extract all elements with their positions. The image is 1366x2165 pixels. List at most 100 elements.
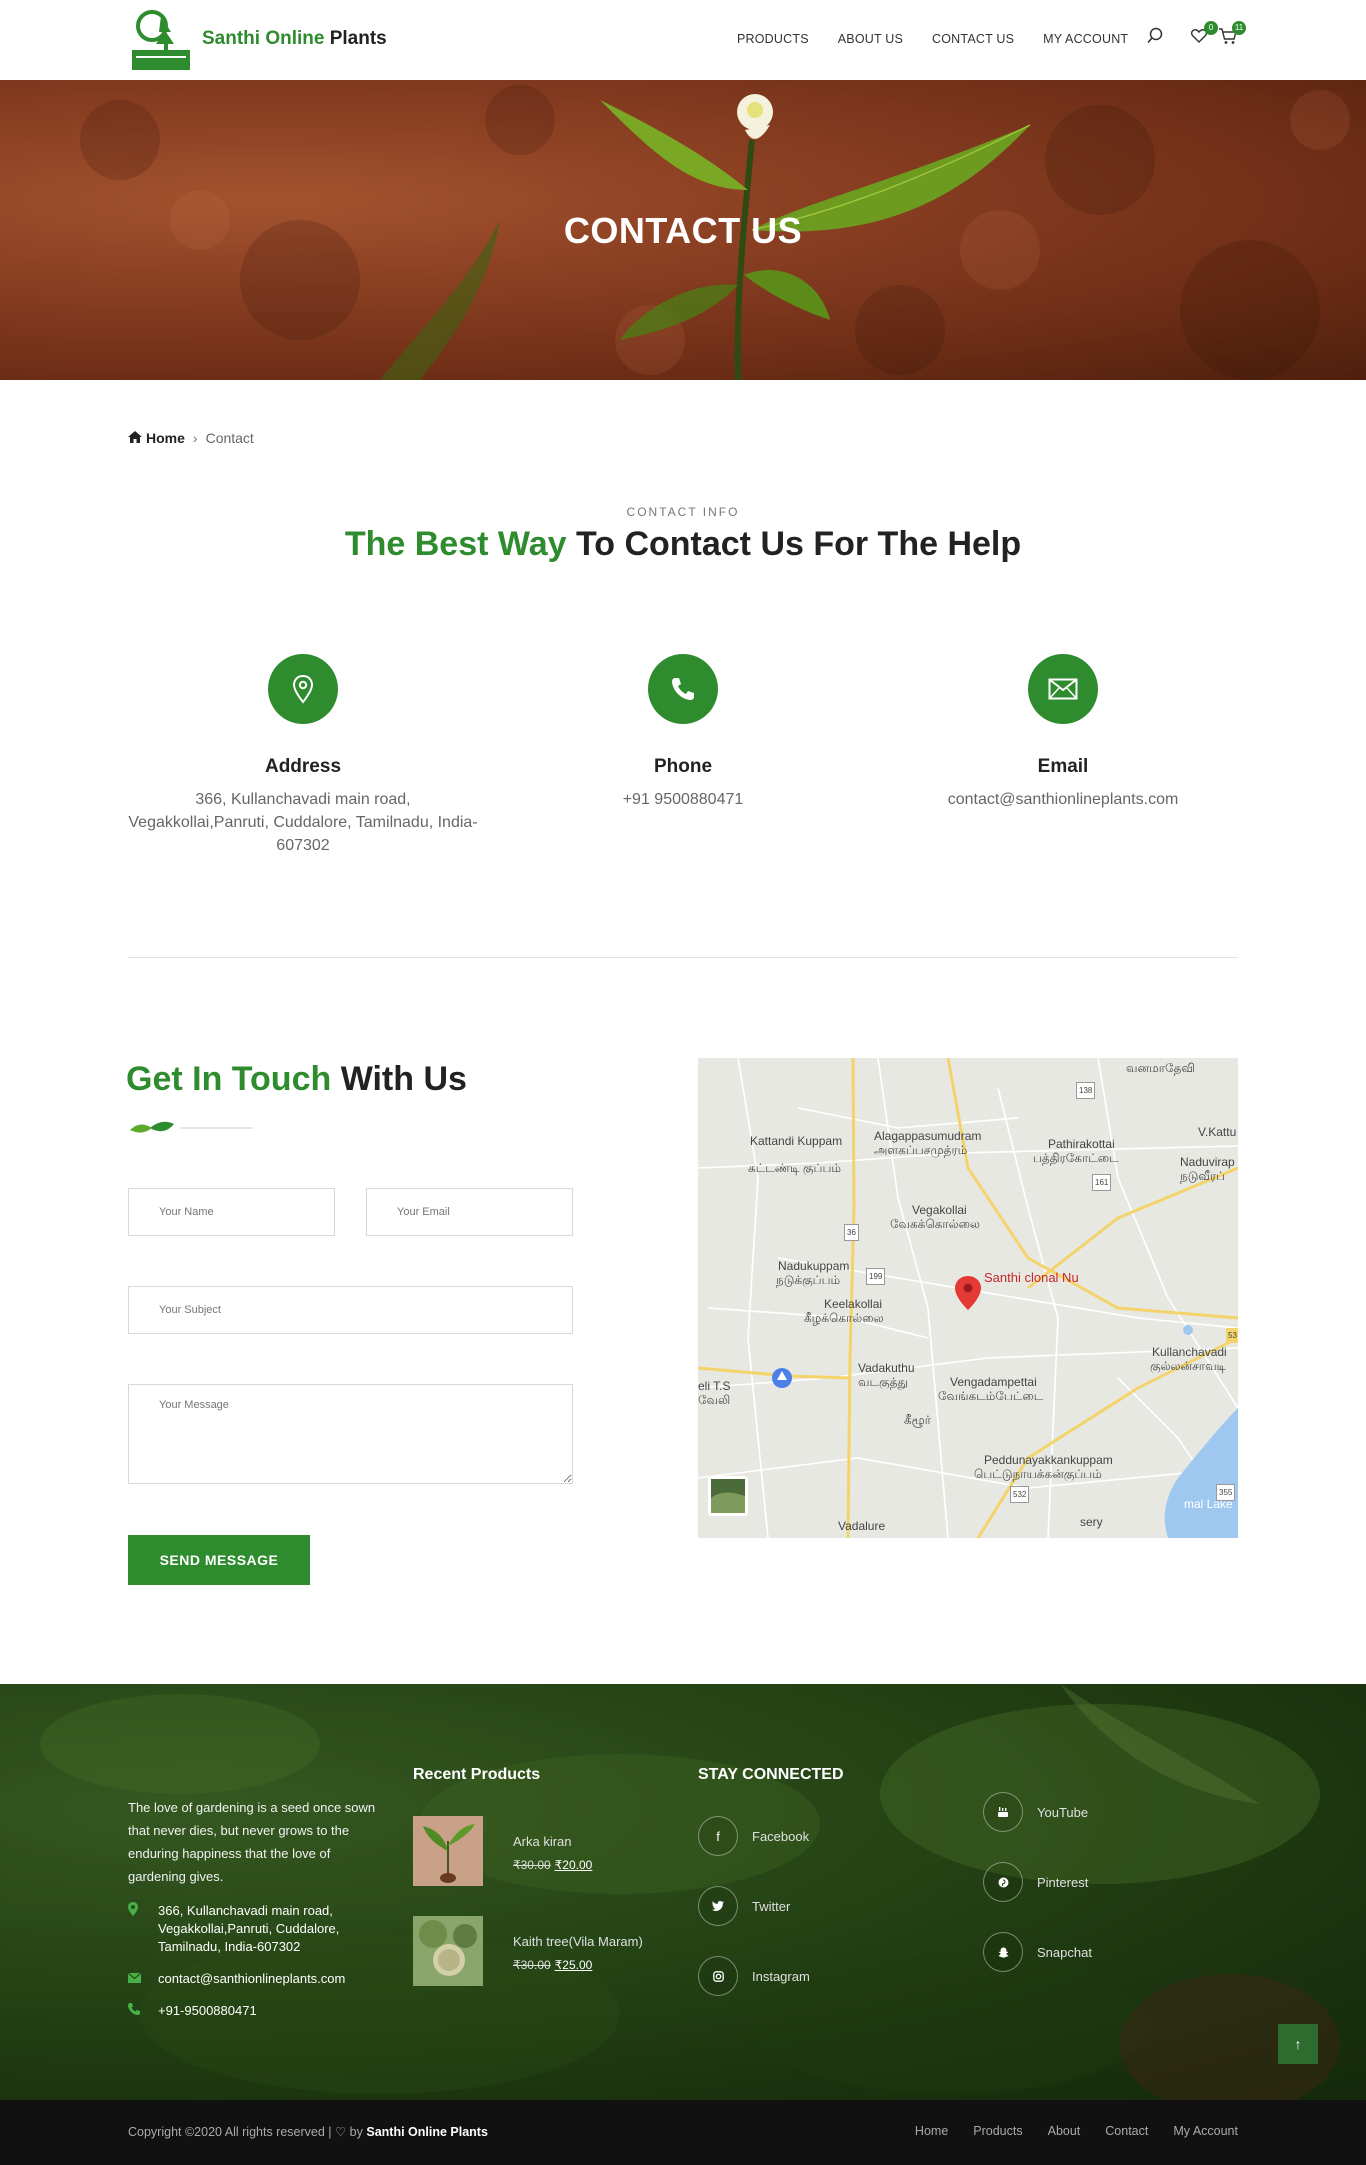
map-pin-label[interactable]: Santhi clonal Nu <box>984 1270 1079 1285</box>
page-hero-banner: CONTACT US <box>0 80 1366 380</box>
road-number-label: 161 <box>1092 1174 1112 1191</box>
social-label: Snapchat <box>1037 1944 1092 1960</box>
footer-background-image <box>0 1684 1366 2100</box>
map-label: Naduvirap <box>1180 1155 1235 1169</box>
site-header: Santhi Online Plants PRODUCTS ABOUT US C… <box>0 0 1366 80</box>
footer-nav-contact[interactable]: Contact <box>1105 2124 1148 2138</box>
logo[interactable]: Santhi Online Plants <box>128 6 387 72</box>
touch-heading-green: Get In Touch <box>126 1060 332 1098</box>
map-label: கீழூர் <box>904 1413 932 1427</box>
nav-about-us[interactable]: ABOUT US <box>838 32 903 46</box>
road-number-label: 138 <box>1076 1082 1096 1099</box>
map-label: Vengadampettai <box>950 1375 1037 1389</box>
contact-card-phone: Phone +91 9500880471 <box>503 654 863 811</box>
contact-heading-green: The Best Way <box>344 525 567 563</box>
send-message-button[interactable]: SEND MESSAGE <box>128 1535 310 1585</box>
copyright-brand-link[interactable]: Santhi Online Plants <box>366 2125 488 2139</box>
product-name-link[interactable]: Arka kiran <box>513 1834 572 1849</box>
map-label: Vadakuthu <box>858 1361 915 1375</box>
product-old-price: ₹30.00 <box>513 1858 551 1872</box>
product-price: ₹30.00 ₹20.00 <box>513 1858 592 1872</box>
phone-icon <box>648 654 718 724</box>
footer-nav-my-account[interactable]: My Account <box>1173 2124 1238 2138</box>
facebook-icon: f <box>698 1816 738 1856</box>
product-sale-price: ₹25.00 <box>554 1958 593 1972</box>
name-field[interactable] <box>128 1188 335 1236</box>
brand-name-dark: Plants <box>329 28 387 49</box>
map-label: வனமாதேவி <box>1126 1061 1196 1075</box>
footer-bottom-bar: Copyright ©2020 All rights reserved | ♡ … <box>0 2100 1366 2165</box>
pinterest-icon <box>983 1862 1023 1902</box>
instagram-icon <box>698 1956 738 1996</box>
footer-phone[interactable]: +91-9500880471 <box>128 2002 257 2020</box>
social-pinterest-link[interactable]: Pinterest <box>983 1862 1088 1902</box>
road-number-label: 199 <box>866 1268 886 1285</box>
map-label: Keelakollai <box>824 1297 883 1311</box>
footer-nav-products[interactable]: Products <box>973 2124 1022 2138</box>
search-icon[interactable] <box>1146 27 1168 49</box>
envelope-icon <box>127 1970 158 1988</box>
message-field[interactable] <box>128 1384 573 1484</box>
location-pin-icon <box>268 654 338 724</box>
nav-contact-us[interactable]: CONTACT US <box>932 32 1014 46</box>
nav-products[interactable]: PRODUCTS <box>737 32 809 46</box>
breadcrumb: Home › Contact <box>128 430 254 446</box>
map-label: Kattandi Kuppam <box>750 1134 843 1148</box>
map-label: Kullanchavadi <box>1152 1345 1227 1359</box>
wishlist-heart-icon[interactable]: 0 <box>1190 21 1218 49</box>
breadcrumb-home-link[interactable]: Home <box>146 430 185 446</box>
map-label: Pathirakottai <box>1048 1137 1115 1151</box>
footer-address-text: 366, Kullanchavadi main road, Vegakkolla… <box>158 1903 340 1954</box>
social-instagram-link[interactable]: Instagram <box>698 1956 810 1996</box>
social-label: Twitter <box>752 1898 791 1914</box>
social-label: Instagram <box>752 1968 810 1984</box>
product-sale-price: ₹20.00 <box>554 1858 593 1872</box>
map-label: வடகுத்து <box>858 1375 908 1389</box>
social-facebook-link[interactable]: f Facebook <box>698 1816 809 1856</box>
product-name-link[interactable]: Kaith tree(Vila Maram) <box>513 1934 643 1949</box>
phone-text[interactable]: +91 9500880471 <box>503 788 863 811</box>
cart-icon[interactable]: 11 <box>1218 21 1246 49</box>
social-label: Facebook <box>752 1828 810 1844</box>
touch-heading-dark: With Us <box>331 1060 467 1098</box>
twitter-icon <box>698 1886 738 1926</box>
footer-nav: Home Products About Contact My Account <box>890 2124 1238 2138</box>
product-thumbnail[interactable] <box>413 1816 483 1886</box>
page-title: CONTACT US <box>563 210 803 251</box>
social-youtube-link[interactable]: YouTube <box>983 1792 1088 1832</box>
location-map[interactable]: வனமாதேவி Alagappasumudram அளகப்பசமுத்ரம்… <box>698 1058 1238 1538</box>
social-label: Pinterest <box>1037 1874 1089 1890</box>
youtube-icon <box>983 1792 1023 1832</box>
footer-nav-about[interactable]: About <box>1048 2124 1081 2138</box>
footer-nav-home[interactable]: Home <box>915 2124 948 2138</box>
logo-tree-icon <box>128 6 194 72</box>
get-in-touch-heading: Get In Touch With Us <box>126 1060 467 1099</box>
footer-email-text: contact@santhionlineplants.com <box>158 1971 346 1986</box>
main-nav: PRODUCTS ABOUT US CONTACT US MY ACCOUNT <box>737 32 1157 46</box>
map-marker-icon <box>128 1902 158 1956</box>
map-label: Alagappasumudram <box>874 1129 982 1143</box>
product-price: ₹30.00 ₹25.00 <box>513 1958 592 1972</box>
map-label: Nadukuppam <box>778 1259 850 1273</box>
contact-card-email: Email contact@santhionlineplants.com <box>883 654 1243 811</box>
footer-email[interactable]: contact@santhionlineplants.com <box>127 1970 346 1988</box>
home-icon <box>128 430 142 446</box>
email-text[interactable]: contact@santhionlineplants.com <box>883 788 1243 811</box>
map-label: நடுவீரப் <box>1180 1169 1226 1183</box>
envelope-icon <box>1028 654 1098 724</box>
copyright-prefix: Copyright ©2020 All rights reserved | ♡ … <box>128 2125 367 2139</box>
social-snapchat-link[interactable]: Snapchat <box>983 1932 1092 1972</box>
scroll-to-top-button[interactable]: ↑ <box>1278 2024 1318 2064</box>
nav-my-account[interactable]: MY ACCOUNT <box>1043 32 1128 46</box>
contact-info-heading: The Best Way To Contact Us For The Help <box>0 525 1366 564</box>
email-field[interactable] <box>366 1188 573 1236</box>
map-label: sery <box>1080 1515 1103 1529</box>
map-label: கட்டண்டி குப்பம் <box>748 1161 842 1175</box>
product-thumbnail[interactable] <box>413 1916 483 1986</box>
map-label: வேங்கடம்பேட்டை <box>938 1389 1044 1403</box>
leaf-divider-icon <box>128 1118 253 1143</box>
map-label: பெட்டுநாயக்கன்குப்பம் <box>974 1467 1102 1481</box>
footer-address: 366, Kullanchavadi main road, Vegakkolla… <box>128 1902 388 1956</box>
subject-field[interactable] <box>128 1286 573 1334</box>
social-twitter-link[interactable]: Twitter <box>698 1886 790 1926</box>
